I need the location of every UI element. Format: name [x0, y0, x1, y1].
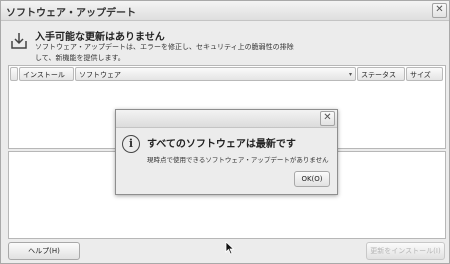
- header-title: 入手可能な更新はありません: [35, 32, 165, 43]
- window-close-button[interactable]: ✕: [432, 3, 447, 18]
- column-software-label: ソフトウェア: [79, 71, 121, 79]
- column-software-header[interactable]: ソフトウェア ▾: [75, 67, 356, 81]
- window-title: ソフトウェア・アップデート: [6, 8, 136, 19]
- header-description: ソフトウェア・アップデートは、エラーを修正し、セキュリティ上の脆弱性の排除して、…: [35, 43, 294, 62]
- download-icon: [11, 33, 27, 49]
- up-to-date-dialog: ✕ i すべてのソフトウェアは最新です 現時点で使用できるソフトウェア・アップデ…: [115, 109, 338, 195]
- dialog-title: すべてのソフトウェアは最新です: [147, 139, 296, 150]
- dialog-close-button[interactable]: ✕: [320, 111, 335, 126]
- help-button[interactable]: ヘルプ(H): [8, 242, 80, 260]
- mouse-pointer-icon: [225, 241, 235, 255]
- dialog-message: 現時点で使用できるソフトウェア・アップデートがありません: [147, 156, 329, 164]
- column-status-header[interactable]: ステータス: [357, 67, 405, 81]
- install-updates-button[interactable]: 更新をインストール(I): [366, 242, 445, 260]
- column-install-header[interactable]: インストール: [19, 67, 74, 81]
- ok-button[interactable]: OK(O): [294, 171, 330, 187]
- dialog-title-bar: ✕: [116, 110, 337, 128]
- column-checkbox-header[interactable]: [10, 67, 18, 81]
- info-icon: i: [122, 135, 140, 153]
- column-size-header[interactable]: サイズ: [406, 67, 443, 81]
- title-bar: ソフトウェア・アップデート ✕: [1, 1, 449, 21]
- sort-down-icon: ▾: [348, 71, 352, 78]
